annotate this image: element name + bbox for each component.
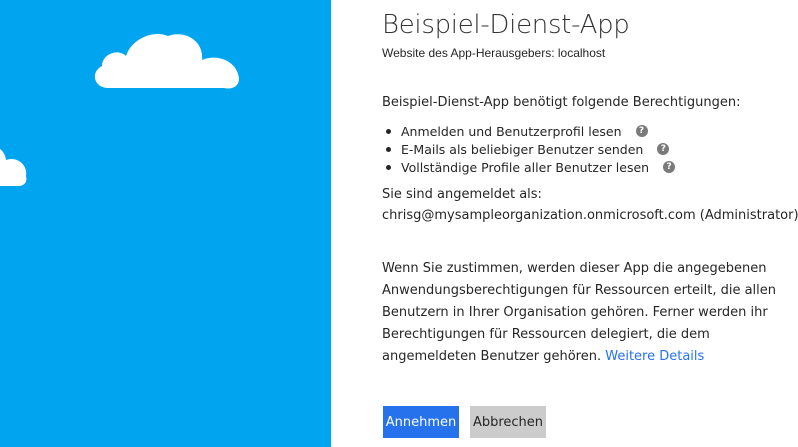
bullet: [386, 129, 391, 134]
permission-item: Anmelden und Benutzerprofil lesen ?: [382, 122, 675, 140]
accept-button[interactable]: Annehmen: [383, 406, 459, 438]
consent-body: Wenn Sie zustimmen, werden dieser App di…: [382, 261, 777, 364]
illustration-panel: [0, 0, 331, 447]
help-icon[interactable]: ?: [657, 143, 670, 155]
permission-label: Anmelden und Benutzerprofil lesen: [401, 123, 622, 139]
permission-list: Anmelden und Benutzerprofil lesen ? E-Ma…: [382, 122, 676, 176]
permissions-heading: Beispiel-Dienst-App benötigt folgende Be…: [382, 95, 741, 110]
help-icon[interactable]: ?: [663, 161, 676, 173]
permission-label: Vollständige Profile aller Benutzer lese…: [401, 159, 650, 175]
more-details-link[interactable]: Weitere Details: [605, 349, 704, 364]
permission-label: E-Mails als beliebiger Benutzer senden: [401, 141, 644, 157]
bullet: [386, 147, 391, 152]
cloud-icon: [0, 140, 30, 190]
bullet: [386, 165, 391, 170]
help-icon[interactable]: ?: [635, 125, 648, 137]
consent-text: Wenn Sie zustimmen, werden dieser App di…: [382, 258, 794, 368]
permission-item: Vollständige Profile aller Benutzer lese…: [382, 158, 676, 176]
cloud-icon: [88, 30, 242, 94]
consent-dialog: Beispiel-Dienst-App Website des App-Hera…: [382, 0, 798, 447]
cancel-button[interactable]: Abbrechen: [470, 406, 546, 438]
permission-item: E-Mails als beliebiger Benutzer senden ?: [382, 140, 675, 158]
app-title: Beispiel-Dienst-App: [382, 10, 630, 40]
publisher-website: Website des App-Herausgebers: localhost: [382, 46, 606, 60]
signed-in-label: Sie sind angemeldet als:: [382, 187, 542, 202]
signed-in-account: chrisg@mysampleorganization.onmicrosoft.…: [382, 208, 798, 223]
